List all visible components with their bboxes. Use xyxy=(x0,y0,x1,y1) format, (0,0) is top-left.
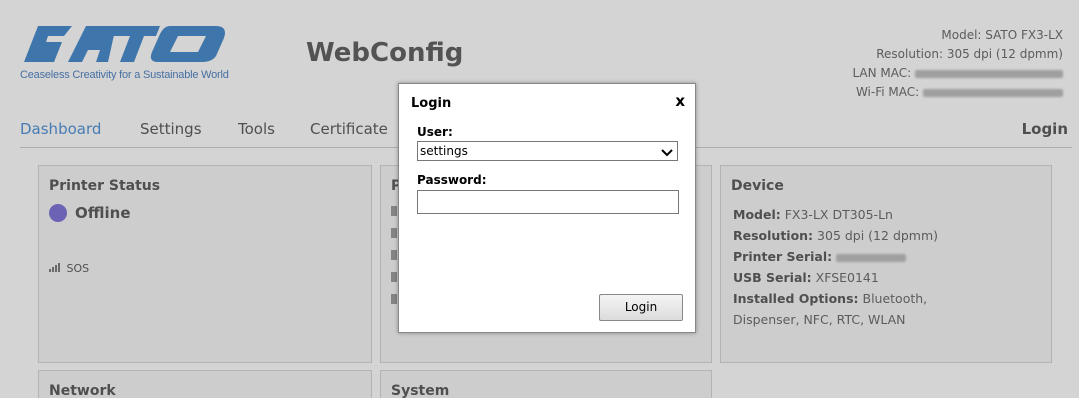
login-dialog-title: Login xyxy=(411,96,452,111)
user-label: User: xyxy=(417,125,453,139)
password-field[interactable] xyxy=(417,190,679,214)
user-select-value: settings xyxy=(420,144,468,158)
password-label: Password: xyxy=(417,173,487,187)
user-select[interactable]: settings xyxy=(417,141,678,161)
close-icon[interactable]: x xyxy=(675,92,685,110)
chevron-down-icon xyxy=(661,145,673,163)
login-dialog: Login x User: settings Password: Login xyxy=(398,83,696,333)
login-button[interactable]: Login xyxy=(599,294,683,321)
